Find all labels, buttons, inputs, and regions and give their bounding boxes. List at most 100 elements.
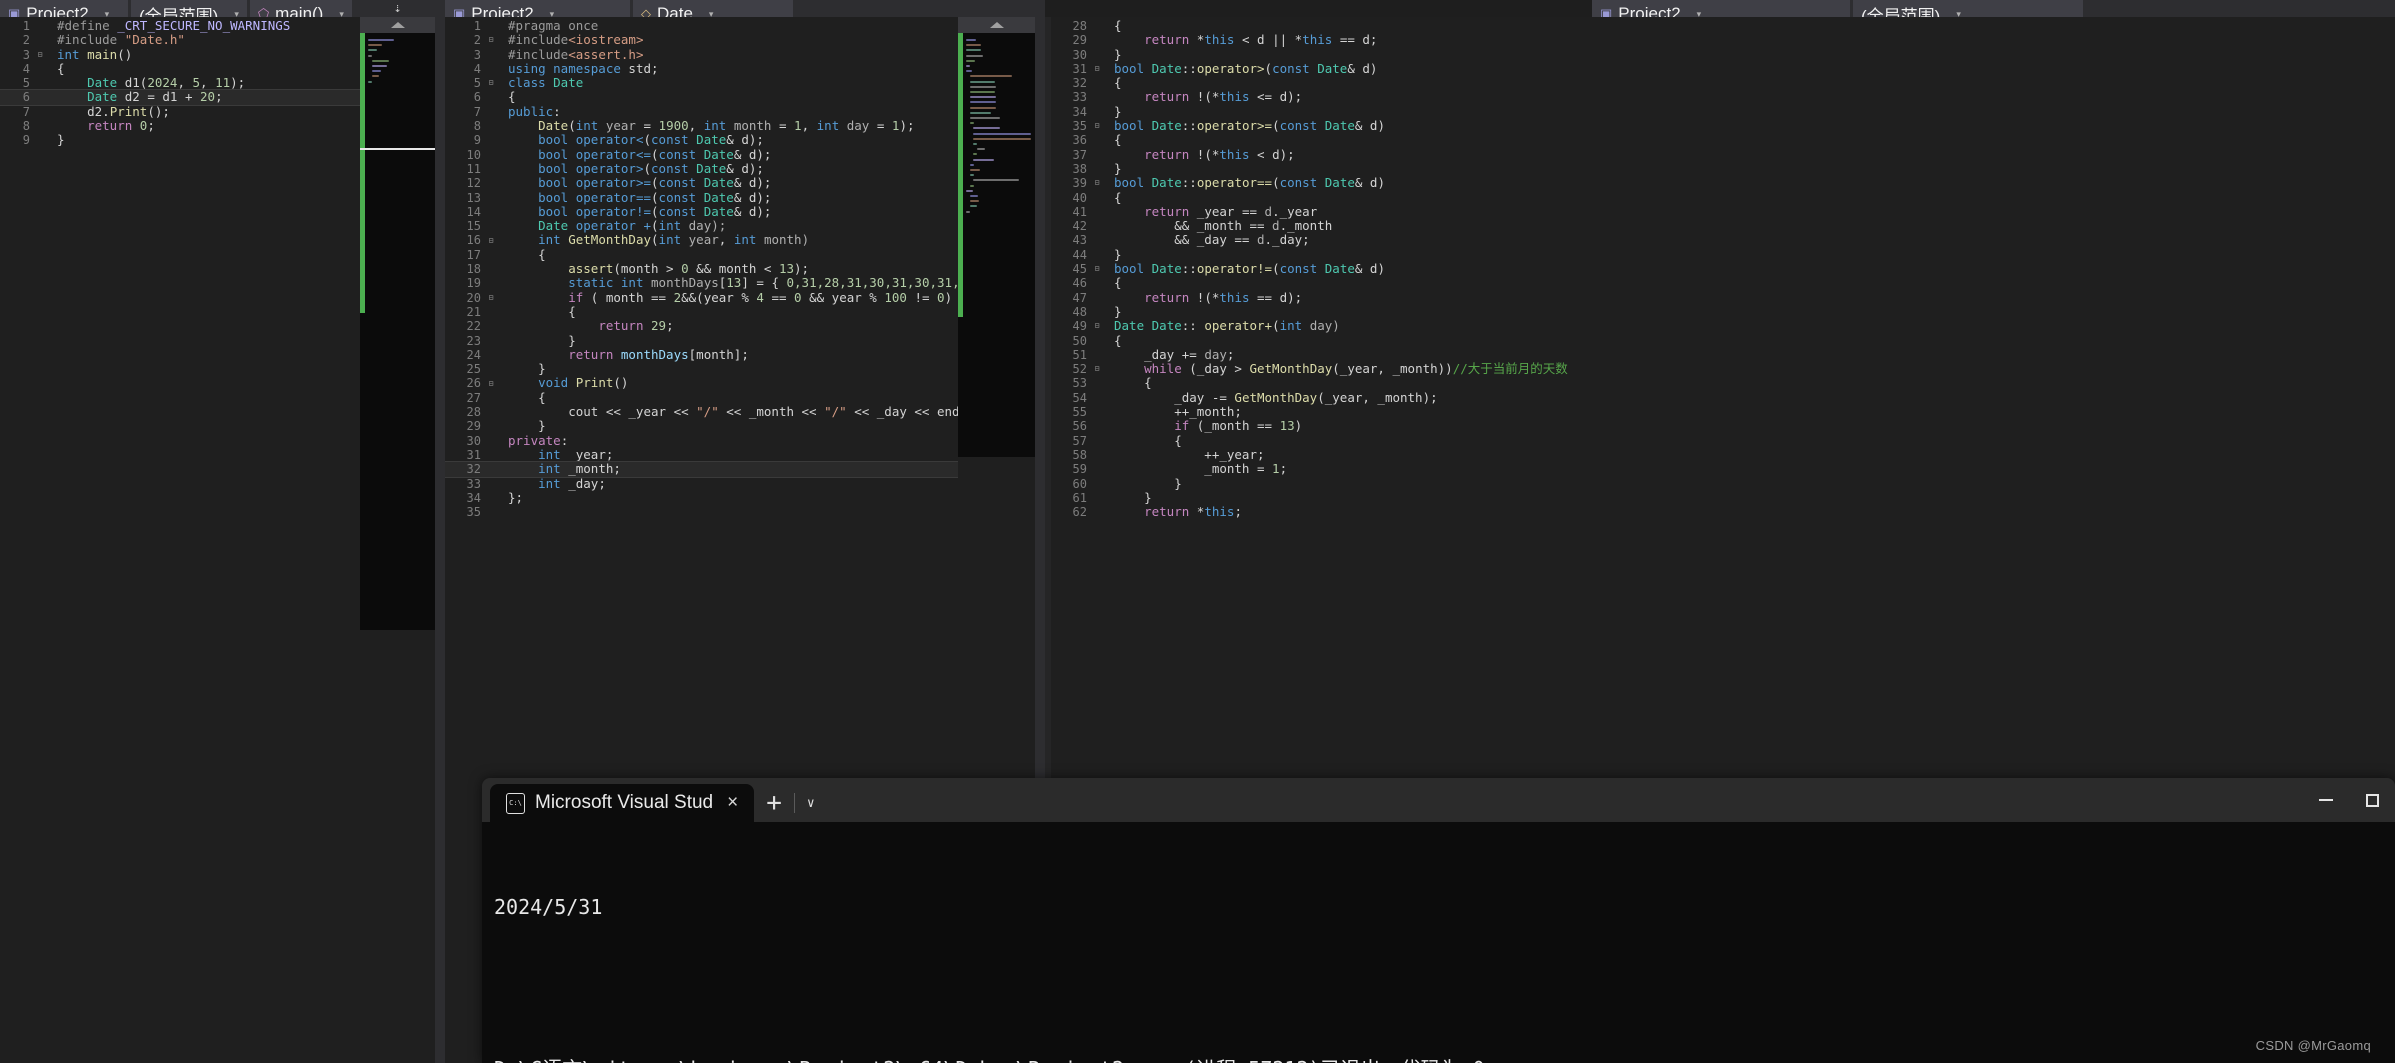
code-line[interactable]: 2 #include "Date.h": [0, 33, 360, 48]
code-line[interactable]: 54 _day -= GetMonthDay(_year, _month);: [1051, 390, 2395, 405]
left-pane-splitter[interactable]: [435, 0, 445, 1063]
code-line[interactable]: 2 ⊟ #include<iostream>: [445, 33, 1035, 48]
code-line[interactable]: 34}: [1051, 104, 2395, 119]
code-line[interactable]: 58 ++_year;: [1051, 447, 2395, 462]
code-line[interactable]: 14 bool operator!=(const Date& d);: [445, 204, 1035, 219]
fold-toggle-icon[interactable]: ⊟: [1091, 262, 1103, 276]
fold-toggle-icon[interactable]: ⊟: [1091, 119, 1103, 133]
code-line[interactable]: 45 ⊟ bool Date::operator!=(const Date& d): [1051, 261, 2395, 276]
console-tab[interactable]: C:\ Microsoft Visual Stud ×: [490, 784, 755, 822]
nav-project-selector-middle[interactable]: ▣ Project2 ▾: [445, 0, 630, 17]
code-line[interactable]: 57 {: [1051, 433, 2395, 448]
code-line[interactable]: 5 Date d1(2024, 5, 11);: [0, 76, 360, 91]
code-line[interactable]: 29 return *this < d || *this == d;: [1051, 33, 2395, 48]
code-line[interactable]: 19 static int monthDays[13] = { 0,31,28,…: [445, 276, 1035, 291]
code-line[interactable]: 24 return monthDays[month];: [445, 347, 1035, 362]
minimap-scroll-up[interactable]: [360, 17, 435, 33]
chevron-down-icon[interactable]: ∨: [795, 796, 827, 811]
code-line[interactable]: 1 #define _CRT_SECURE_NO_WARNINGS: [0, 18, 360, 33]
nav-project-selector-right[interactable]: ▣ Project2 ▾: [1592, 0, 1850, 17]
fold-toggle-icon[interactable]: ⊟: [485, 291, 497, 305]
nav-scope-selector-right[interactable]: (全局范围) ▾: [1853, 0, 2083, 17]
code-line[interactable]: 60 }: [1051, 476, 2395, 491]
code-line[interactable]: 36 {: [1051, 133, 2395, 148]
left-pane-dock-button[interactable]: ⇣: [360, 0, 435, 17]
code-line[interactable]: 13 bool operator==(const Date& d);: [445, 190, 1035, 205]
fold-toggle-icon[interactable]: ⊟: [1091, 362, 1103, 376]
middle-code-area[interactable]: 1 #pragma once 2 ⊟ #include<iostream> 3 #inclu…: [445, 17, 1035, 519]
code-line[interactable]: 50 {: [1051, 333, 2395, 348]
code-line[interactable]: 33 return !(*this <= d);: [1051, 90, 2395, 105]
right-code-area[interactable]: 28{29 return *this < d || *this == d; 30}…: [1051, 17, 2395, 519]
code-line[interactable]: 6{: [445, 90, 1035, 105]
code-line[interactable]: 12 bool operator>=(const Date& d);: [445, 176, 1035, 191]
code-line[interactable]: 49 ⊟ Date Date:: operator+(int day): [1051, 319, 2395, 334]
code-line[interactable]: 47 return !(*this == d);: [1051, 290, 2395, 305]
code-line[interactable]: 5 ⊟ class Date: [445, 76, 1035, 91]
code-line[interactable]: 26 ⊟ void Print(): [445, 376, 1035, 391]
code-line[interactable]: 33 int _day;: [445, 476, 1035, 491]
nav-scope-selector[interactable]: (全局范围) ▾: [131, 0, 247, 17]
close-icon[interactable]: ×: [723, 792, 742, 814]
code-line[interactable]: 29 }: [445, 419, 1035, 434]
console-output[interactable]: 2024/5/31 D:\C语言\gitware\begin_-c\Projec…: [482, 822, 2395, 1063]
console-titlebar[interactable]: C:\ Microsoft Visual Stud × + ∨: [482, 778, 2395, 822]
code-line[interactable]: 1 #pragma once: [445, 18, 1035, 33]
code-line[interactable]: 7 public:: [445, 104, 1035, 119]
code-line[interactable]: 17 {: [445, 247, 1035, 262]
code-line[interactable]: 34};: [445, 490, 1035, 505]
fold-toggle-icon[interactable]: ⊟: [485, 234, 497, 248]
fold-toggle-icon[interactable]: ⊟: [1091, 319, 1103, 333]
code-line[interactable]: 7 d2.Print();: [0, 104, 360, 119]
code-line[interactable]: 8 return 0;: [0, 118, 360, 133]
fold-toggle-icon[interactable]: ⊟: [485, 76, 497, 90]
code-line[interactable]: 32 {: [1051, 76, 2395, 91]
code-line[interactable]: 25 }: [445, 361, 1035, 376]
code-line[interactable]: 4{: [0, 61, 360, 76]
code-line[interactable]: 41 return _year == d._year: [1051, 204, 2395, 219]
code-line[interactable]: 11 bool operator>(const Date& d);: [445, 161, 1035, 176]
code-line[interactable]: 16 ⊟ int GetMonthDay(int year, int month): [445, 233, 1035, 248]
code-line[interactable]: 10 bool operator<=(const Date& d);: [445, 147, 1035, 162]
left-scrollbar[interactable]: [360, 630, 435, 1063]
code-line[interactable]: 8 Date(int year = 1900, int month = 1, i…: [445, 118, 1035, 133]
nav-project-selector[interactable]: ▣ Project2 ▾: [0, 0, 128, 17]
left-minimap[interactable]: [360, 17, 435, 630]
code-line[interactable]: 55 ++_month;: [1051, 404, 2395, 419]
nav-function-selector[interactable]: ⬠ main() ▾: [249, 0, 352, 17]
left-code-area[interactable]: 1 #define _CRT_SECURE_NO_WARNINGS 2 #includ…: [0, 17, 360, 148]
code-line[interactable]: 4 using namespace std;: [445, 61, 1035, 76]
code-line[interactable]: 27 {: [445, 390, 1035, 405]
minimap-viewport[interactable]: [360, 148, 435, 150]
code-line[interactable]: 30}: [1051, 47, 2395, 62]
code-line[interactable]: 31 int _year;: [445, 447, 1035, 462]
code-line[interactable]: 52 ⊟ while (_day > GetMonthDay(_year, _mo…: [1051, 361, 2395, 376]
code-line[interactable]: 35: [445, 505, 1035, 519]
fold-toggle-icon[interactable]: ⊟: [1091, 62, 1103, 76]
console-window[interactable]: C:\ Microsoft Visual Stud × + ∨ 2024/5/3…: [482, 778, 2395, 1063]
code-line[interactable]: 56 if (_month == 13): [1051, 419, 2395, 434]
code-line[interactable]: 15 Date operator +(int day);: [445, 219, 1035, 234]
code-line[interactable]: 39 ⊟ bool Date::operator==(const Date& d): [1051, 176, 2395, 191]
nav-class-selector-middle[interactable]: ◇ Date ▾: [633, 0, 793, 17]
code-line[interactable]: 42 && _month == d._month: [1051, 219, 2395, 234]
code-line[interactable]: 44}: [1051, 247, 2395, 262]
code-line[interactable]: 28 cout << _year << "/" << _month << "/"…: [445, 404, 1035, 419]
code-line[interactable]: 38}: [1051, 161, 2395, 176]
code-line[interactable]: 62 return *this;: [1051, 504, 2395, 519]
left-editor-pane[interactable]: 1 #define _CRT_SECURE_NO_WARNINGS 2 #includ…: [0, 17, 360, 1063]
maximize-button[interactable]: [2349, 778, 2395, 822]
minimize-button[interactable]: [2303, 778, 2349, 822]
code-line[interactable]: 61 }: [1051, 490, 2395, 505]
code-line[interactable]: 32 int _month;: [445, 461, 1035, 478]
code-line[interactable]: 31 ⊟ bool Date::operator>(const Date& d): [1051, 61, 2395, 76]
code-line[interactable]: 22 return 29;: [445, 319, 1035, 334]
middle-minimap[interactable]: [958, 17, 1035, 457]
new-tab-button[interactable]: +: [754, 790, 794, 816]
minimap-scroll-up-middle[interactable]: [958, 17, 1035, 33]
fold-toggle-icon[interactable]: ⊟: [34, 48, 46, 62]
code-line[interactable]: 59 _month = 1;: [1051, 462, 2395, 477]
code-line[interactable]: 30 private:: [445, 433, 1035, 448]
code-line[interactable]: 51 _day += day;: [1051, 347, 2395, 362]
code-line[interactable]: 53 {: [1051, 376, 2395, 391]
